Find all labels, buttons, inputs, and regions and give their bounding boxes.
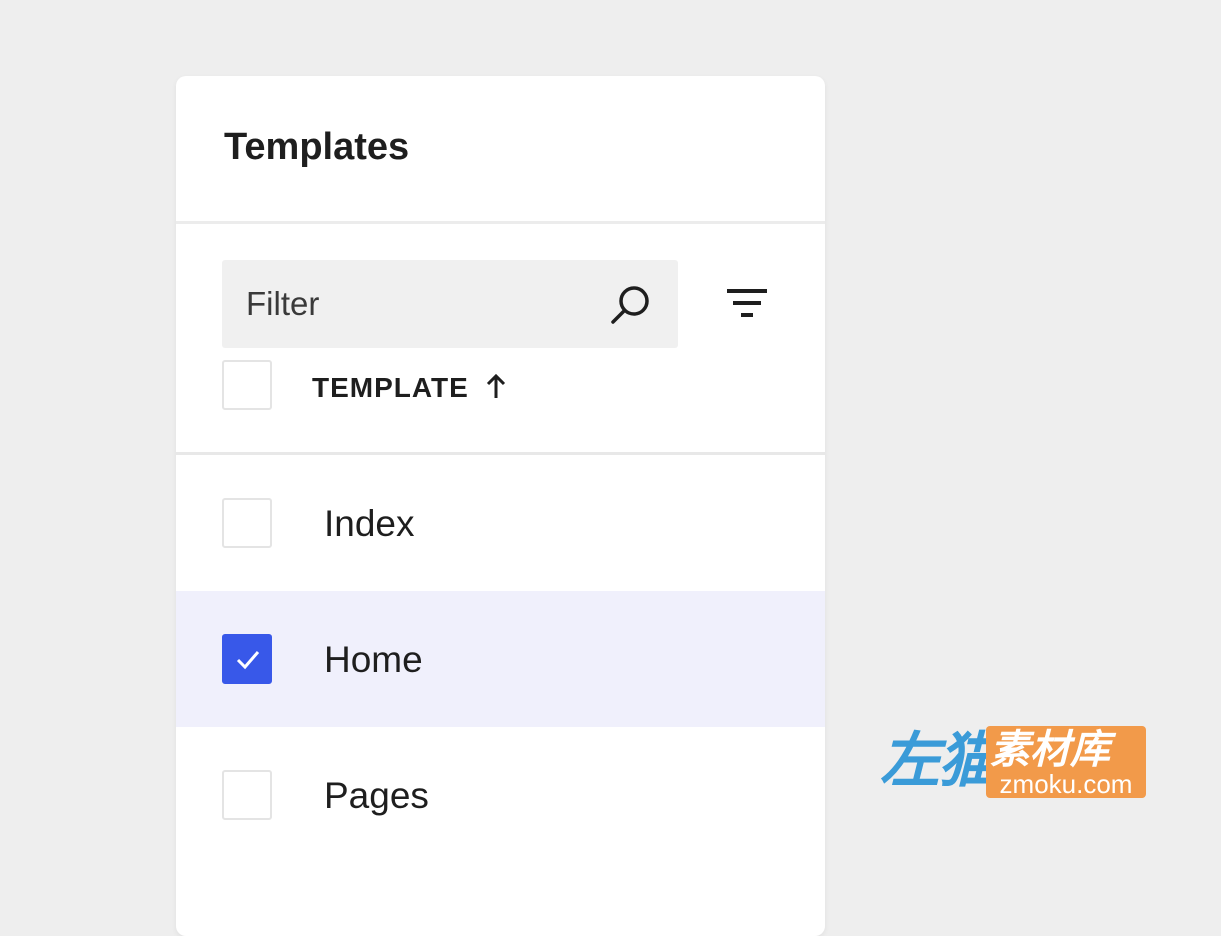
table-column-header: TEMPLATE — [176, 352, 825, 455]
panel-header: Templates — [176, 76, 825, 224]
arrow-up-icon[interactable] — [484, 372, 508, 402]
row-label: Index — [324, 503, 415, 544]
watermark-logo: 左猫 素材库 zmoku.com — [880, 722, 1150, 802]
row-checkbox[interactable] — [222, 498, 272, 548]
row-label: Home — [324, 639, 423, 680]
panel-title: Templates — [224, 126, 410, 168]
watermark-tagline: 素材库 — [990, 728, 1110, 772]
filter-lines-icon[interactable] — [724, 281, 770, 325]
toolbar — [176, 224, 825, 352]
filter-search-box — [222, 260, 678, 348]
search-icon[interactable] — [608, 283, 652, 327]
table-row[interactable]: Home — [176, 591, 825, 727]
table-row[interactable]: Pages — [176, 727, 825, 863]
table-row[interactable]: Index — [176, 455, 825, 591]
watermark-badge: 素材库 zmoku.com — [986, 726, 1146, 798]
check-icon — [236, 651, 260, 670]
watermark-brand: 左猫 — [880, 727, 998, 794]
watermark-domain: zmoku.com — [999, 769, 1133, 799]
column-header-template[interactable]: TEMPLATE — [312, 372, 469, 404]
row-checkbox[interactable] — [222, 770, 272, 820]
filter-input[interactable] — [222, 260, 592, 348]
row-checkbox[interactable] — [222, 634, 272, 684]
row-label: Pages — [324, 775, 429, 816]
select-all-checkbox[interactable] — [222, 360, 272, 410]
templates-panel: Templates TEMPLATE Index — [176, 76, 825, 936]
